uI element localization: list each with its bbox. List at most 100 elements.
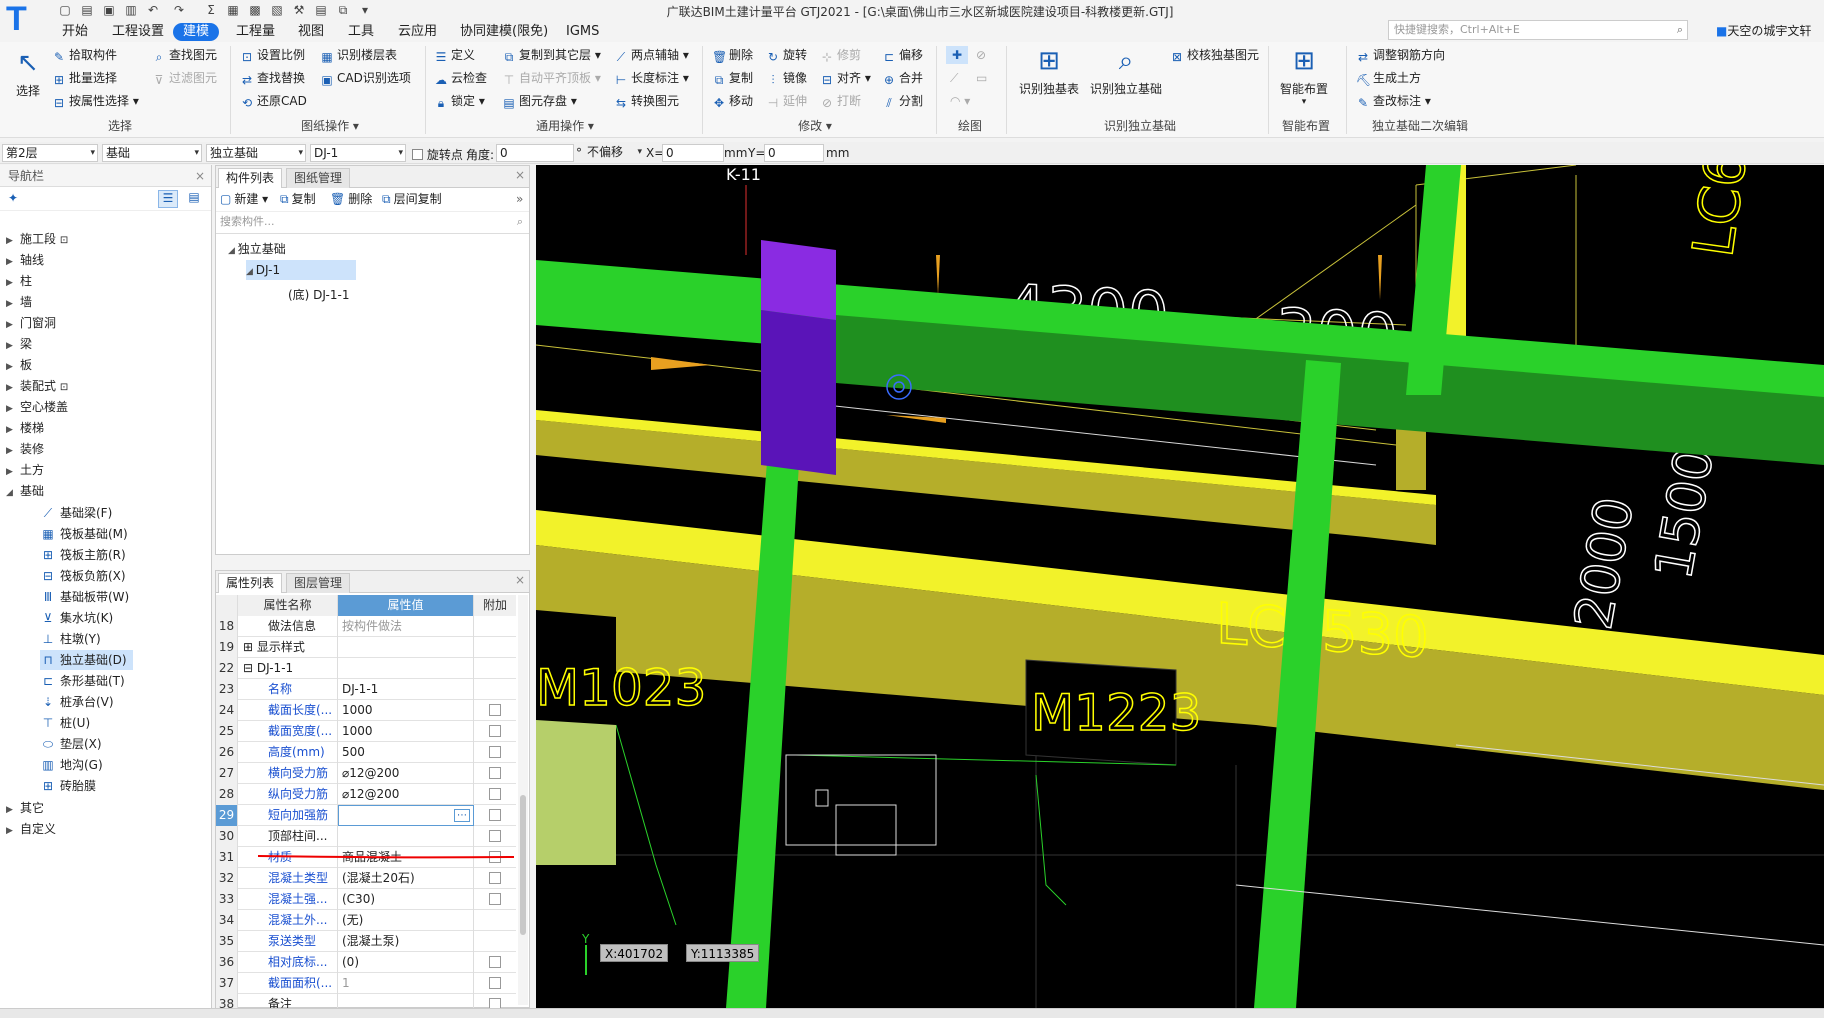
detail-view-icon[interactable]: ▤ [184,190,204,208]
property-row[interactable]: 18 做法信息 按构件做法 [216,616,516,637]
property-row[interactable]: 29 短向加强筋 ⋯ [216,805,516,826]
property-value[interactable]: (0) [338,952,474,973]
search-icon[interactable]: ⌕ [517,212,523,232]
property-value[interactable]: 1 [338,973,474,994]
identify-table-button[interactable]: ⊞ 识别独基表 [1014,44,1084,97]
property-row[interactable]: 28 纵向受力筋 ⌀12@200 [216,784,516,805]
property-row[interactable]: 24 截面长度(... 1000 [216,700,516,721]
more-icon[interactable]: » [516,188,523,210]
layout-icon[interactable]: ▦ [224,2,242,18]
property-value[interactable]: 1000 [338,700,474,721]
align-button[interactable]: ⊟ 对齐 ▾ [820,69,871,87]
convert-element-button[interactable]: ⇆ 转换图元 [614,92,679,110]
customize-icon[interactable]: ▾ [356,2,374,18]
property-row[interactable]: 26 高度(mm) 500 [216,742,516,763]
copy-component-button[interactable]: ⧉ 复制 [280,188,316,210]
copy-to-floor-button[interactable]: ⧉ 复制到其它层 ▾ [502,46,601,64]
properties-scrollbar[interactable] [518,595,528,1005]
floor-select[interactable]: 第2层 ▾ [2,144,98,162]
property-row[interactable]: 37 截面面积(... 1 [216,973,516,994]
nav-sub-trench[interactable]: ▥ 地沟(G) [40,755,109,775]
property-row[interactable]: 27 横向受力筋 ⌀12@200 [216,763,516,784]
property-value[interactable]: DJ-1-1 [338,679,474,700]
extra-checkbox[interactable] [489,809,501,821]
nav-sub-cushion[interactable]: ⬭ 垫层(X) [40,734,108,754]
nav-item-other[interactable]: ▶ 其它 [6,798,44,818]
y-input[interactable]: 0 [764,144,824,162]
extra-checkbox[interactable] [489,830,501,842]
ellipsis-icon[interactable]: ⋯ [454,809,470,822]
pin-icon[interactable]: ✦ [8,191,18,205]
nav-sub-slab-strip[interactable]: Ⅲ 基础板带(W) [40,587,135,607]
property-value[interactable]: ⋯ [338,805,474,826]
extend-button[interactable]: ⊣ 延伸 [766,92,807,110]
generate-earthwork-button[interactable]: ⛏︎ 生成土方 [1356,69,1421,87]
nav-item-axis[interactable]: ▶ 轴线 [6,250,44,270]
verify-foundation-button[interactable]: ⊠ 校核独基图元 [1170,46,1259,64]
property-row[interactable]: 34 混凝土外... (无) [216,910,516,931]
component-icon[interactable]: ▧ [268,2,286,18]
new-component-button[interactable]: ▢ 新建 ▾ [220,188,268,210]
nav-sub-strip-foundation[interactable]: ⊏ 条形基础(T) [40,671,131,691]
subtype-select[interactable]: 独立基础 ▾ [206,144,306,162]
adjust-rebar-button[interactable]: ⇄ 调整钢筋方向 [1356,46,1445,64]
property-row[interactable]: 19 ⊞ 显示样式 [216,637,516,658]
smart-layout-button[interactable]: ⊞ 智能布置 ▾ [1276,44,1332,107]
undo-icon[interactable]: ↶ [144,2,162,18]
save-icon[interactable]: ▣ [100,2,118,18]
extra-checkbox[interactable] [489,767,501,779]
x-input[interactable]: 0 [662,144,724,162]
extra-checkbox[interactable] [489,725,501,737]
angle-input[interactable]: 0 [496,144,574,162]
property-value[interactable]: (无) [338,910,474,931]
expand-icon[interactable]: ⊞ [243,640,257,654]
nav-sub-raft[interactable]: ▦ 筏板基础(M) [40,524,134,544]
set-scale-button[interactable]: ⊡ 设置比例 [240,46,305,64]
rotate-point-checkbox[interactable]: 旋转点 [412,146,463,163]
cloud-check-button[interactable]: ☁ 云检查 [434,69,487,87]
tab-property-list[interactable]: 属性列表 [218,573,283,593]
report-icon[interactable]: ▤ [312,2,330,18]
pick-component-button[interactable]: ✎ 拾取构件 [52,46,117,64]
extra-checkbox[interactable] [489,704,501,716]
trim-button[interactable]: ⊹ 修剪 [820,46,861,64]
nav-item-openings[interactable]: ▶ 门窗洞 [6,313,56,333]
extra-checkbox[interactable] [489,893,501,905]
property-row[interactable]: 36 相对底标... (0) [216,952,516,973]
find-replace-button[interactable]: ⇄ 查找替换 [240,69,305,87]
extra-checkbox[interactable] [489,746,501,758]
property-value[interactable]: 1000 [338,721,474,742]
property-value[interactable]: 按构件做法 [338,616,474,637]
nav-item-stairs[interactable]: ▶ 楼梯 [6,418,44,438]
nav-sub-raft-main-rebar[interactable]: ⊞ 筏板主筋(R) [40,545,132,565]
move-button[interactable]: ✥ 移动 [712,92,753,110]
offset-select[interactable]: 不偏移 ▾ [584,144,644,162]
tools-icon[interactable]: ⚒ [290,2,308,18]
select-button[interactable]: ↖ 选择 [8,46,48,99]
delete-button[interactable]: 🗑︎ 删除 [712,46,753,64]
property-row[interactable]: 35 泵送类型 (混凝土泵) [216,931,516,952]
point-draw-button[interactable]: ✚ [946,46,968,64]
tab-drawing-management[interactable]: 图纸管理 [286,168,351,188]
property-row[interactable]: 25 截面宽度(... 1000 [216,721,516,742]
nav-item-hollow-floor[interactable]: ▶ 空心楼盖 [6,397,68,417]
nav-item-custom[interactable]: ▶ 自定义 [6,819,56,839]
extra-checkbox[interactable] [489,977,501,989]
property-value[interactable] [338,637,474,658]
tab-component-list[interactable]: 构件列表 [218,168,283,188]
print-icon[interactable]: ▥ [122,2,140,18]
tree-leaf-dj1-1[interactable]: (底) DJ-1-1 [288,286,349,303]
sum-icon[interactable]: Σ [202,2,220,18]
batch-select-button[interactable]: ⊞ 批量选择 [52,69,117,87]
menu-cloud[interactable]: 云应用 [388,23,447,41]
close-icon[interactable]: × [195,165,205,187]
rotate-point-button[interactable]: ⊘ [976,46,986,64]
offset-button[interactable]: ⊏ 偏移 [882,46,923,64]
property-value[interactable]: (混凝土20石) [338,868,474,889]
nav-item-foundation[interactable]: ◢ 基础 [6,481,44,501]
nav-item-finishing[interactable]: ▶ 装修 [6,439,44,459]
length-dim-button[interactable]: ⊢ 长度标注 ▾ [614,69,689,87]
nav-sub-sump[interactable]: ⊻ 集水坑(K) [40,608,119,628]
nav-item-beam[interactable]: ▶ 梁 [6,334,32,354]
merge-button[interactable]: ⊕ 合并 [882,69,923,87]
